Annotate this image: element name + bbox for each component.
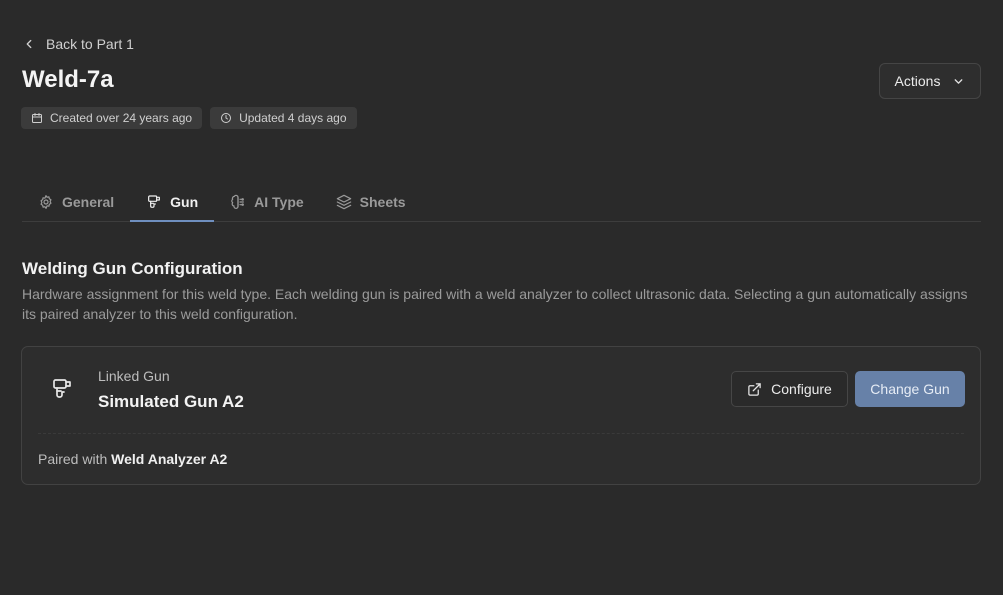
layers-icon	[336, 194, 351, 210]
welding-gun-icon	[148, 194, 161, 208]
created-text: Created over 24 years ago	[50, 111, 193, 125]
tab-general[interactable]: General	[22, 183, 130, 221]
tab-gun[interactable]: Gun	[130, 183, 215, 222]
weld-detail-page: Back to Part 1 Weld-7a Created over 24 y…	[0, 0, 1003, 595]
paired-analyzer-row: Paired with Weld Analyzer A2	[38, 451, 227, 467]
tab-ai-type-label: AI Type	[254, 194, 304, 210]
welding-gun-icon	[53, 379, 71, 398]
tab-ai-type[interactable]: AI Type	[214, 183, 320, 221]
configure-button[interactable]: Configure	[731, 371, 848, 407]
section-description: Hardware assignment for this weld type. …	[22, 286, 968, 322]
actions-label: Actions	[894, 73, 941, 89]
card-divider	[38, 433, 964, 434]
meta-badges: Created over 24 years ago Updated 4 days…	[21, 107, 357, 129]
linked-gun-card: Linked Gun Simulated Gun A2 Configure Ch…	[21, 346, 981, 485]
paired-prefix: Paired with	[38, 451, 108, 467]
analyzer-name: Weld Analyzer A2	[111, 451, 228, 467]
tab-sheets-label: Sheets	[359, 194, 406, 210]
calendar-icon	[32, 113, 42, 123]
chevron-left-icon	[26, 39, 32, 49]
change-gun-button[interactable]: Change Gun	[855, 371, 965, 407]
back-link-label: Back to Part 1	[46, 36, 134, 52]
gear-icon	[40, 195, 52, 209]
updated-badge: Updated 4 days ago	[210, 107, 357, 129]
change-gun-label: Change Gun	[870, 381, 950, 397]
actions-button[interactable]: Actions	[879, 63, 981, 99]
tab-general-label: General	[62, 194, 115, 210]
tab-sheets[interactable]: Sheets	[320, 183, 422, 221]
created-badge: Created over 24 years ago	[21, 107, 203, 129]
external-link-icon	[748, 382, 761, 396]
back-link[interactable]: Back to Part 1	[22, 36, 134, 52]
section-title: Welding Gun Configuration	[22, 259, 243, 278]
tab-gun-label: Gun	[170, 193, 199, 210]
tab-bar: General Gun AI Type Sheets	[22, 183, 981, 222]
gun-name: Simulated Gun A2	[98, 392, 244, 411]
clock-icon	[221, 113, 232, 123]
linked-gun-label: Linked Gun	[98, 368, 170, 384]
brain-icon	[231, 194, 245, 209]
page-title: Weld-7a	[22, 66, 114, 93]
configure-label: Configure	[771, 381, 832, 397]
chevron-down-icon	[955, 78, 963, 84]
updated-text: Updated 4 days ago	[239, 111, 347, 125]
